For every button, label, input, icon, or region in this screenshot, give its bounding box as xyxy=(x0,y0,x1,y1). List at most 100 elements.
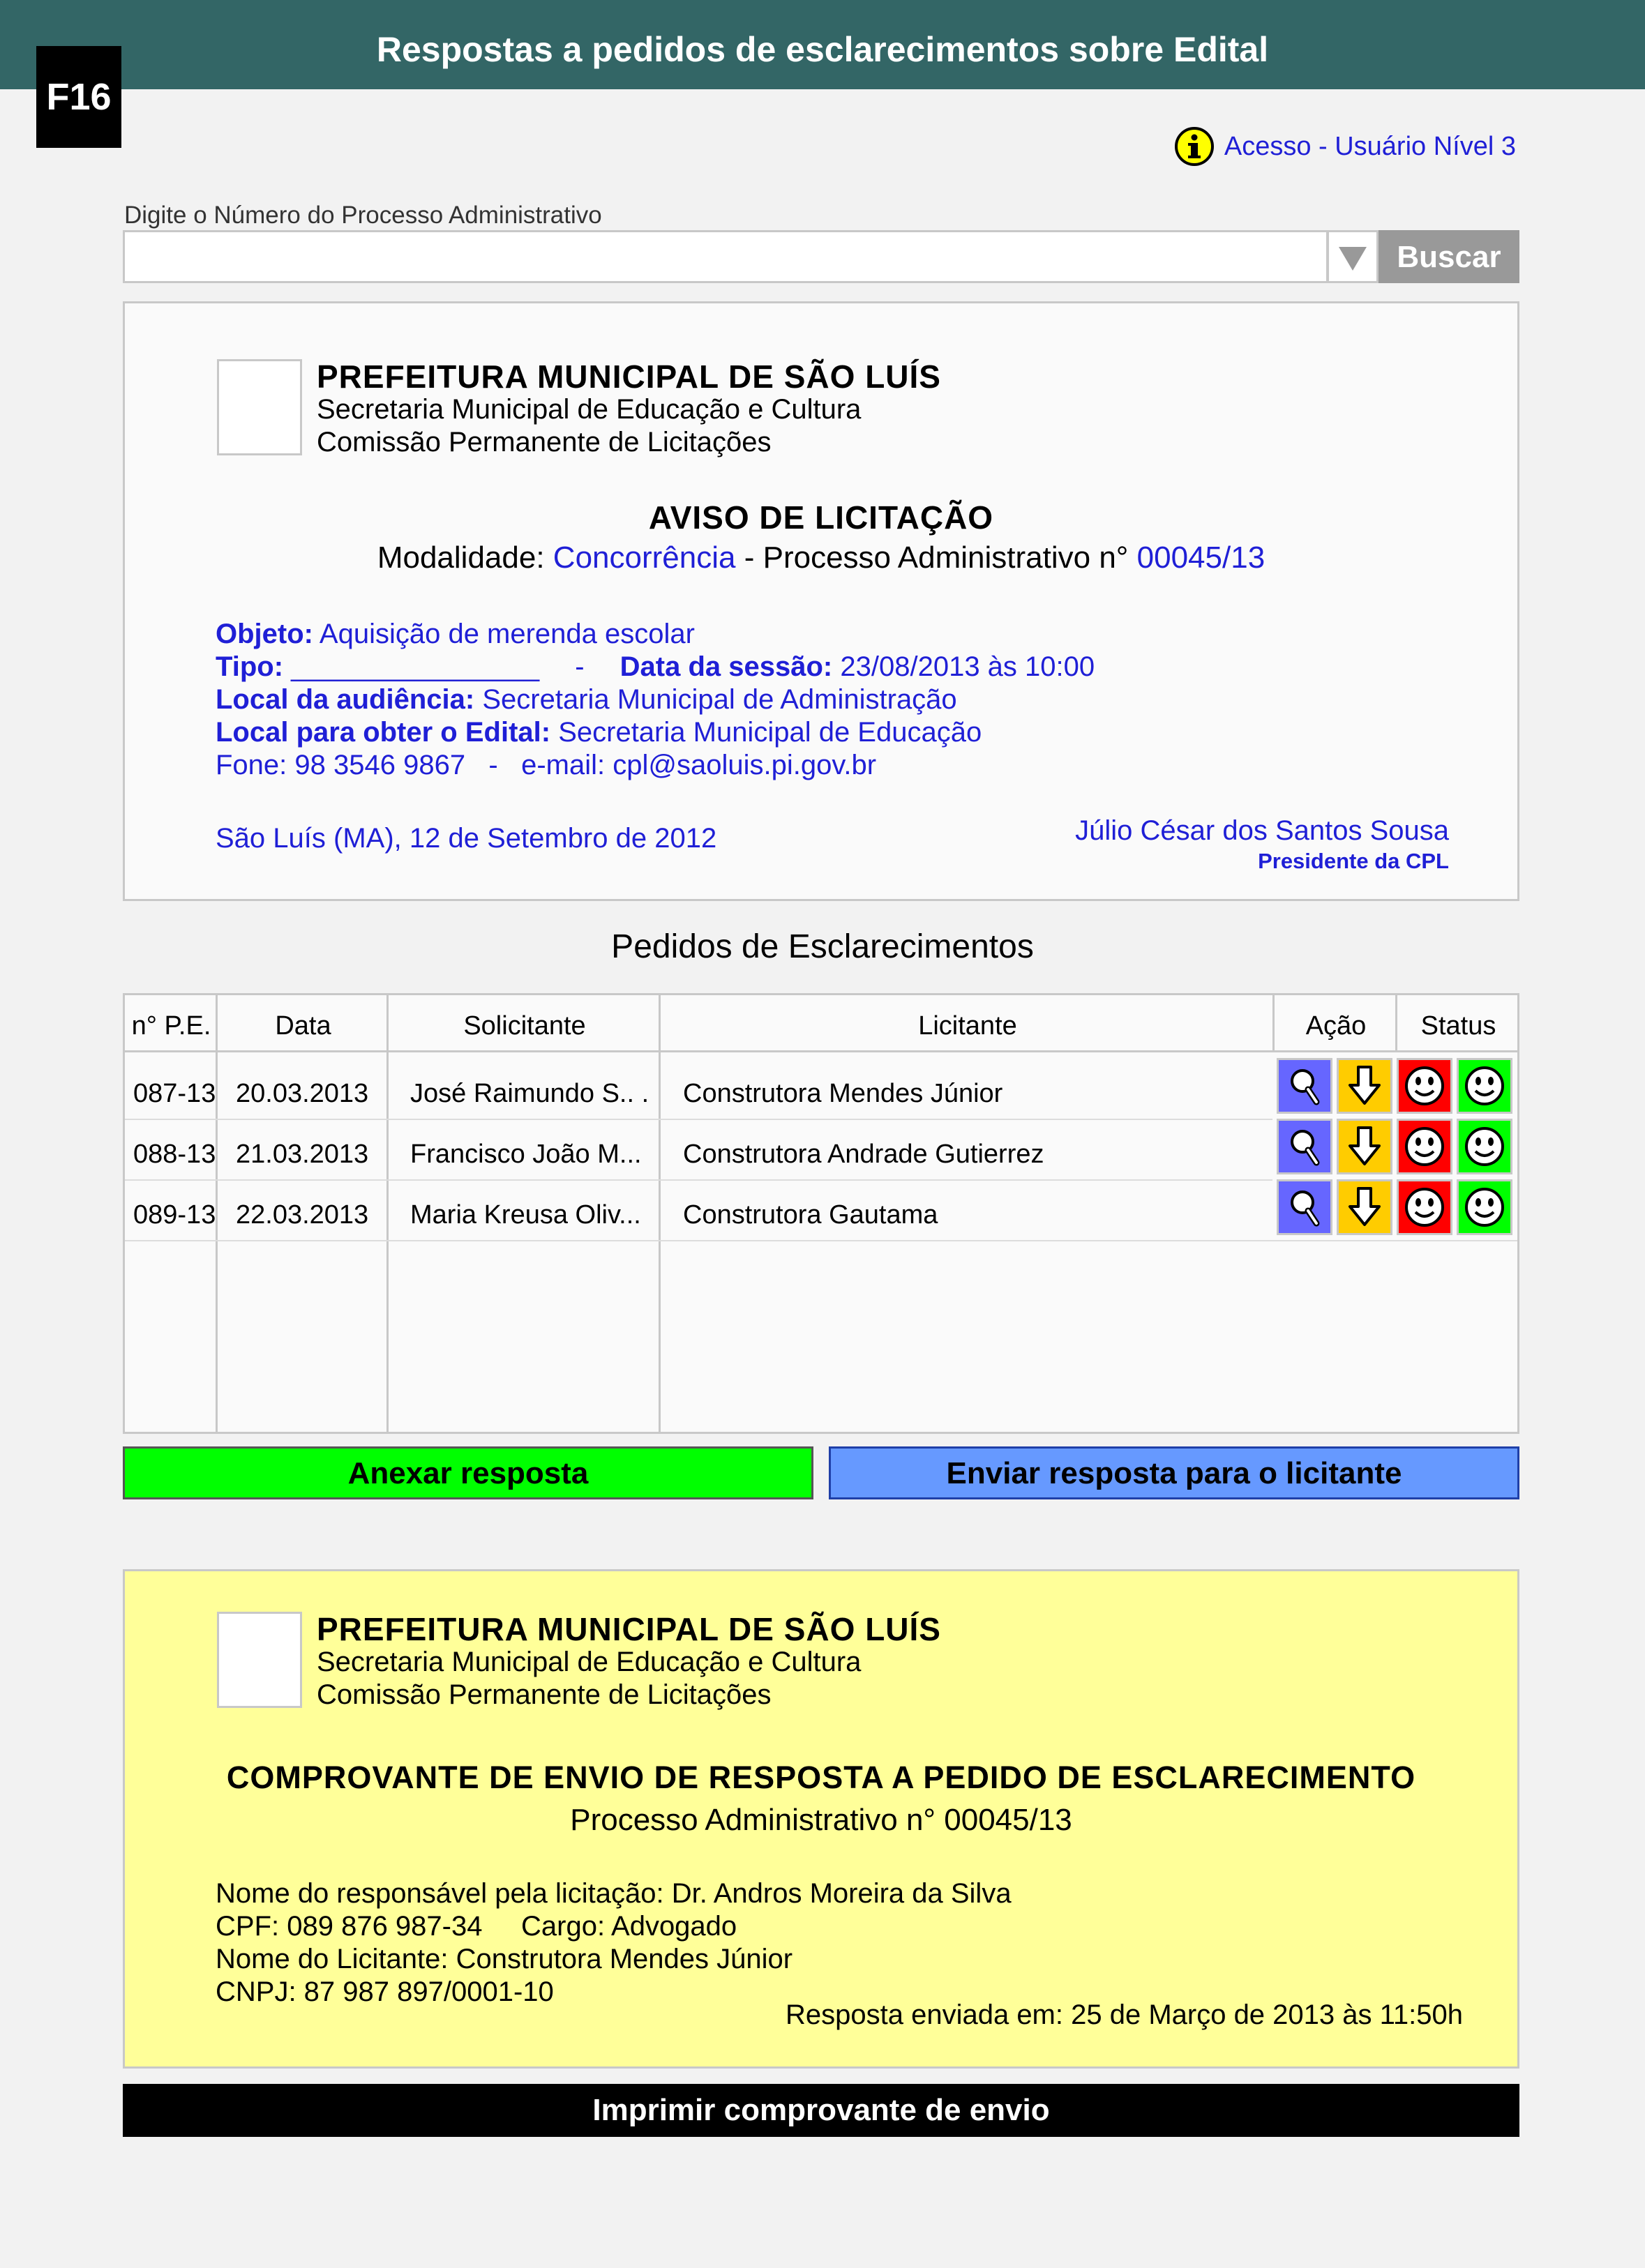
view-button[interactable] xyxy=(1277,1119,1332,1174)
receipt-bidder: Nome do Licitante: Construtora Mendes Jú… xyxy=(216,1944,793,1974)
row-divider xyxy=(125,1119,1272,1120)
col-divider xyxy=(659,995,661,1432)
cell-requester: Francisco João M... xyxy=(410,1140,642,1169)
search-button[interactable]: Buscar xyxy=(1379,230,1519,283)
org-dept: Secretaria Municipal de Educação e Cultu… xyxy=(317,394,862,425)
cell-bidder: Construtora Gautama xyxy=(683,1200,938,1230)
col-header-bidder: Licitante xyxy=(918,1011,1017,1041)
contact-line: Fone: 98 3546 9867 - e-mail: cpl@saoluis… xyxy=(216,750,877,780)
status-red-button[interactable] xyxy=(1397,1058,1452,1114)
object-label: Objeto: xyxy=(216,619,313,649)
receipt-process: Processo Administrativo n° 00045/13 xyxy=(570,1803,1072,1837)
status-red-button[interactable] xyxy=(1397,1119,1452,1174)
edital-value: Secretaria Municipal de Educação xyxy=(558,717,982,748)
type-session-line: Tipo: ________________ - Data da sessão:… xyxy=(216,651,1095,683)
org-commission: Comissão Permanente de Licitações xyxy=(317,1679,772,1710)
receipt-responsible: Nome do responsável pela licitação: Dr. … xyxy=(216,1878,1012,1909)
signer-role: Presidente da CPL xyxy=(1258,849,1449,873)
cell-bidder: Construtora Andrade Gutierrez xyxy=(683,1140,1044,1169)
requests-table: n° P.E. Data Solicitante Licitante Ação … xyxy=(123,993,1519,1434)
process-number-input[interactable] xyxy=(123,230,1328,283)
object-line: Objeto: Aquisição de merenda escolar xyxy=(216,619,695,650)
status-green-button[interactable] xyxy=(1457,1058,1512,1114)
download-arrow-icon xyxy=(1349,1187,1381,1226)
smiley-green-icon xyxy=(1465,1127,1504,1166)
org-name: PREFEITURA MUNICIPAL DE SÃO LUÍS xyxy=(317,358,941,395)
hearing-value: Secretaria Municipal de Administração xyxy=(482,684,957,715)
col-divider xyxy=(1272,995,1275,1052)
print-receipt-button[interactable]: Imprimir comprovante de envio xyxy=(123,2084,1519,2137)
notice-title: AVISO DE LICITAÇÃO xyxy=(648,499,994,536)
hearing-line: Local da audiência: Secretaria Municipal… xyxy=(216,684,957,716)
status-red-button[interactable] xyxy=(1397,1179,1452,1235)
modality-label: Modalidade: xyxy=(377,540,545,575)
cell-date: 22.03.2013 xyxy=(236,1200,369,1230)
requests-section-title: Pedidos de Esclarecimentos xyxy=(611,928,1034,965)
type-value: ________________ xyxy=(291,651,540,682)
magnifier-icon xyxy=(1291,1190,1320,1227)
smiley-green-icon xyxy=(1465,1188,1504,1227)
download-button[interactable] xyxy=(1337,1058,1392,1114)
notice-panel: PREFEITURA MUNICIPAL DE SÃO LUÍS Secreta… xyxy=(123,301,1519,901)
receipt-sent-at: Resposta enviada em: 25 de Março de 2013… xyxy=(785,1999,1463,2030)
edital-line: Local para obter o Edital: Secretaria Mu… xyxy=(216,717,982,748)
col-header-status: Status xyxy=(1420,1011,1496,1041)
receipt-panel: PREFEITURA MUNICIPAL DE SÃO LUÍS Secreta… xyxy=(123,1569,1519,2069)
access-label: Acesso - Usuário Nível 3 xyxy=(1224,131,1516,161)
cell-requester: Maria Kreusa Oliv... xyxy=(410,1200,641,1230)
receipt-cpf-cargo: CPF: 089 876 987-34 Cargo: Advogado xyxy=(216,1911,737,1942)
signer-name: Júlio César dos Santos Sousa xyxy=(1075,815,1449,846)
object-value: Aquisição de merenda escolar xyxy=(319,619,695,649)
hearing-label: Local da audiência: xyxy=(216,684,475,715)
smiley-red-icon xyxy=(1405,1188,1444,1227)
chevron-down-icon xyxy=(1339,247,1367,271)
view-button[interactable] xyxy=(1277,1179,1332,1235)
screen-id-badge: F16 xyxy=(36,46,121,148)
cell-bidder: Construtora Mendes Júnior xyxy=(683,1079,1003,1108)
separator-dash: - xyxy=(575,651,585,682)
col-divider xyxy=(216,995,218,1432)
access-info[interactable]: Acesso - Usuário Nível 3 xyxy=(1174,126,1516,167)
receipt-title: COMPROVANTE DE ENVIO DE RESPOSTA A PEDID… xyxy=(226,1760,1416,1795)
session-label: Data da sessão: xyxy=(619,651,833,682)
download-button[interactable] xyxy=(1337,1179,1392,1235)
cell-num: 088-13 xyxy=(133,1140,216,1169)
org-logo-placeholder xyxy=(217,359,302,455)
magnifier-icon xyxy=(1291,1069,1320,1105)
process-label: - Processo Administrativo n° xyxy=(744,540,1129,575)
status-green-button[interactable] xyxy=(1457,1119,1512,1174)
type-label: Tipo: xyxy=(216,651,284,682)
row-divider xyxy=(125,1240,1517,1241)
smiley-red-icon xyxy=(1405,1066,1444,1105)
smiley-red-icon xyxy=(1405,1127,1444,1166)
smiley-green-icon xyxy=(1465,1066,1504,1105)
attach-response-button[interactable]: Anexar resposta xyxy=(123,1446,813,1499)
col-header-action: Ação xyxy=(1305,1011,1367,1041)
date-place: São Luís (MA), 12 de Setembro de 2012 xyxy=(216,823,717,854)
cell-date: 21.03.2013 xyxy=(236,1140,369,1169)
view-button[interactable] xyxy=(1277,1058,1332,1114)
col-header-date: Data xyxy=(275,1011,331,1041)
search-label: Digite o Número do Processo Administrati… xyxy=(124,202,602,229)
process-value: 00045/13 xyxy=(1136,540,1265,575)
send-response-button[interactable]: Enviar resposta para o licitante xyxy=(829,1446,1519,1499)
org-name: PREFEITURA MUNICIPAL DE SÃO LUÍS xyxy=(317,1611,941,1647)
download-arrow-icon xyxy=(1349,1126,1381,1165)
cell-num: 089-13 xyxy=(133,1200,216,1230)
cell-date: 20.03.2013 xyxy=(236,1079,369,1108)
org-commission: Comissão Permanente de Licitações xyxy=(317,427,772,458)
page-title: Respostas a pedidos de esclarecimentos s… xyxy=(376,30,1269,69)
magnifier-icon xyxy=(1291,1130,1320,1166)
table-header: n° P.E. Data Solicitante Licitante Ação … xyxy=(125,995,1517,1052)
session-value: 23/08/2013 às 10:00 xyxy=(840,651,1095,682)
receipt-cnpj: CNPJ: 87 987 897/0001-10 xyxy=(216,1976,554,2007)
search-dropdown-button[interactable] xyxy=(1327,230,1379,283)
notice-modality-line: Modalidade: Concorrência - Processo Admi… xyxy=(125,540,1517,575)
col-header-num: n° P.E. xyxy=(131,1011,211,1041)
info-icon xyxy=(1174,127,1214,166)
download-button[interactable] xyxy=(1337,1119,1392,1174)
col-header-requester: Solicitante xyxy=(463,1011,586,1041)
org-dept: Secretaria Municipal de Educação e Cultu… xyxy=(317,1647,862,1677)
org-logo-placeholder xyxy=(217,1612,302,1708)
status-green-button[interactable] xyxy=(1457,1179,1512,1235)
